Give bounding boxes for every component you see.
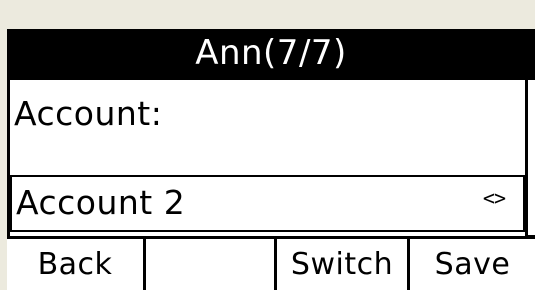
softkey-bar: Back Switch Save [7,236,535,290]
account-field-label: Account: [14,94,163,133]
save-softkey[interactable]: Save [410,239,535,290]
empty-softkey[interactable] [146,239,274,290]
account-selector[interactable]: Account 2 <> [10,175,525,232]
switch-softkey[interactable]: Switch [277,239,407,290]
lcd-screen: Ann(7/7) Account: Account 2 <> Back Swit… [7,29,535,290]
scrollbar[interactable] [526,80,535,257]
account-selected-value: Account 2 [16,183,186,222]
content-area: Account: Account 2 <> [10,80,525,257]
phone-frame: Ann(7/7) Account: Account 2 <> Back Swit… [0,0,535,290]
left-right-arrows-icon: <> [482,186,506,210]
screen-title: Ann(7/7) [7,29,535,78]
back-softkey[interactable]: Back [7,239,143,290]
scrollbar-track [528,80,535,235]
